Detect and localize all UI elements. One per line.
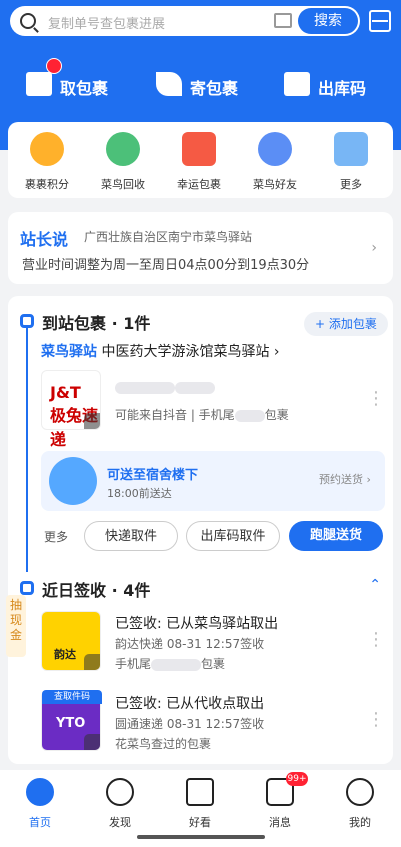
station-brand: 菜鸟驿站 — [41, 344, 97, 360]
recent-title: 近日签收 · 4件 — [42, 581, 151, 600]
send-label: 寄包裹 — [190, 79, 239, 98]
search-icon — [20, 13, 36, 29]
signed-desc: 手机尾 包裹 — [115, 657, 226, 671]
errand-delivery-button[interactable]: 跑腿送货 — [289, 521, 383, 551]
paper-plane-icon — [156, 72, 182, 96]
search-bar[interactable]: 复制单号查包裹进展 搜索 — [10, 6, 360, 36]
packages-panel: 到站包裹 · 1件 + 添加包裹 菜鸟驿站 中医药大学游泳馆菜鸟驿站 › J&T… — [8, 296, 393, 764]
gift-box-icon — [182, 132, 216, 166]
signed-package-card[interactable]: 韵达 已签收: 已从菜鸟驿站取出 韵达快递 08-31 12:57签收 手机尾包… — [41, 611, 385, 675]
tab-label: 发现 — [109, 816, 131, 829]
package-card[interactable]: J&T 极兔速递 可能来自抖音 | 手机尾 包裹 ⋮ — [41, 370, 385, 449]
collapse-chevron-icon[interactable]: ⌃ — [369, 577, 381, 593]
tab-label: 好看 — [189, 816, 211, 829]
tab-label: 我的 — [349, 816, 371, 829]
pickup-label: 取包裹 — [60, 79, 109, 98]
courier-avatar — [49, 457, 97, 505]
search-button[interactable]: 搜索 — [298, 8, 358, 34]
edit-icon — [84, 734, 100, 750]
recycle-icon — [106, 132, 140, 166]
image-search-icon[interactable] — [274, 13, 292, 28]
more-options-icon[interactable]: ⋮ — [367, 629, 385, 650]
announcement-subtitle: 广西壮族自治区南宁市菜鸟驿站 — [84, 230, 253, 244]
service-label: 裹裹积分 — [25, 178, 69, 191]
tab-watch[interactable]: 好看 — [170, 776, 230, 836]
arrived-marker-icon — [20, 314, 34, 328]
book-delivery-link[interactable]: 预约送货 › — [319, 471, 371, 487]
side-tab-label: 抽现金 — [9, 598, 22, 642]
id-card-icon — [284, 72, 310, 96]
tab-label: 首页 — [29, 816, 51, 829]
edit-icon — [84, 654, 100, 670]
pickup-code-badge: 查取件码 — [42, 690, 102, 704]
points-service[interactable]: 裹裹积分 — [16, 132, 76, 192]
search-input[interactable]: 复制单号查包裹进展 — [48, 13, 165, 32]
signed-status: 已签收: 已从代收点取出 — [115, 696, 265, 712]
exit-code-label: 出库码 — [318, 79, 367, 98]
arrived-title: 到站包裹 · 1件 — [42, 314, 151, 333]
tab-discover[interactable]: 发现 — [90, 776, 150, 836]
package-desc: 可能来自抖音 | 手机尾 包裹 — [115, 408, 289, 422]
notification-dot — [46, 58, 62, 74]
play-icon — [186, 778, 214, 806]
station-announcement[interactable]: 站长说 广西壮族自治区南宁市菜鸟驿站 营业时间调整为周一至周日04点00分到19… — [8, 212, 393, 284]
yto-logo: 查取件码 YTO — [41, 690, 102, 751]
chevron-right-icon: › — [273, 344, 280, 360]
quick-actions: 取包裹 寄包裹 出库码 — [0, 58, 401, 106]
service-label: 幸运包裹 — [177, 178, 221, 191]
station-row[interactable]: 菜鸟驿站 中医药大学游泳馆菜鸟驿站 › — [41, 341, 280, 361]
more-button[interactable]: 更多 — [44, 528, 68, 545]
signed-status: 已签收: 已从菜鸟驿站取出 — [115, 616, 279, 632]
more-options-icon[interactable]: ⋮ — [367, 709, 385, 730]
user-icon — [346, 778, 374, 806]
edit-icon — [84, 413, 100, 429]
jt-logo: J&T 极兔速递 — [41, 370, 101, 449]
home-indicator — [137, 835, 265, 839]
recycle-service[interactable]: 菜鸟回收 — [92, 132, 152, 192]
service-grid: 裹裹积分 菜鸟回收 幸运包裹 菜鸟好友 更多 — [8, 122, 393, 198]
signed-meta: 圆通速递 08-31 12:57签收 — [115, 717, 265, 731]
timeline-line — [26, 327, 28, 572]
friends-service[interactable]: 菜鸟好友 — [244, 132, 304, 192]
delivery-title: 可送至宿舍楼下 — [107, 468, 199, 483]
more-options-icon[interactable]: ⋮ — [367, 388, 385, 409]
message-badge: 99+ — [286, 772, 308, 786]
station-name: 中医药大学游泳馆菜鸟驿站 — [101, 344, 270, 360]
compass-icon — [106, 778, 134, 806]
cash-side-tab[interactable]: 抽现金 — [6, 595, 26, 657]
more-services[interactable]: 更多 — [320, 132, 380, 192]
yto-logo-text: YTO — [56, 716, 86, 731]
tab-messages[interactable]: 99+ 消息 — [250, 772, 310, 836]
service-label: 菜鸟好友 — [253, 178, 297, 191]
chevron-right-icon: › — [371, 240, 377, 256]
lucky-package-service[interactable]: 幸运包裹 — [168, 132, 228, 192]
tab-label: 消息 — [269, 816, 291, 829]
announcement-content: 营业时间调整为周一至周日04点00分到19点30分 — [22, 258, 310, 273]
express-pickup-button[interactable]: 快递取件 — [84, 521, 178, 551]
announcement-title: 站长说 — [20, 230, 69, 249]
cube-icon — [334, 132, 368, 166]
tab-home[interactable]: 首页 — [10, 776, 70, 836]
delivery-card[interactable]: 可送至宿舍楼下 18:00前送达 预约送货 › — [41, 451, 385, 511]
code-pickup-button[interactable]: 出库码取件 — [186, 521, 280, 551]
signed-meta: 韵达快递 08-31 12:57签收 — [115, 637, 265, 651]
tab-profile[interactable]: 我的 — [330, 776, 390, 836]
package-tracking — [115, 380, 215, 395]
delivery-time: 18:00前送达 — [107, 487, 172, 500]
signed-package-card[interactable]: 查取件码 YTO 已签收: 已从代收点取出 圆通速递 08-31 12:57签收… — [41, 690, 385, 759]
signed-desc: 花菜鸟查过的包裹 — [115, 737, 212, 751]
scan-icon[interactable] — [369, 10, 391, 32]
yunda-logo-text: 韵达 — [54, 648, 76, 661]
yunda-logo: 韵达 — [41, 611, 101, 671]
package-icon — [26, 72, 52, 96]
service-label: 菜鸟回收 — [101, 178, 145, 191]
service-label: 更多 — [340, 178, 362, 191]
smile-icon — [30, 132, 64, 166]
heart-chat-icon — [258, 132, 292, 166]
add-package-button[interactable]: + 添加包裹 — [304, 312, 388, 336]
home-icon — [26, 778, 54, 806]
recent-marker-icon — [20, 581, 34, 595]
